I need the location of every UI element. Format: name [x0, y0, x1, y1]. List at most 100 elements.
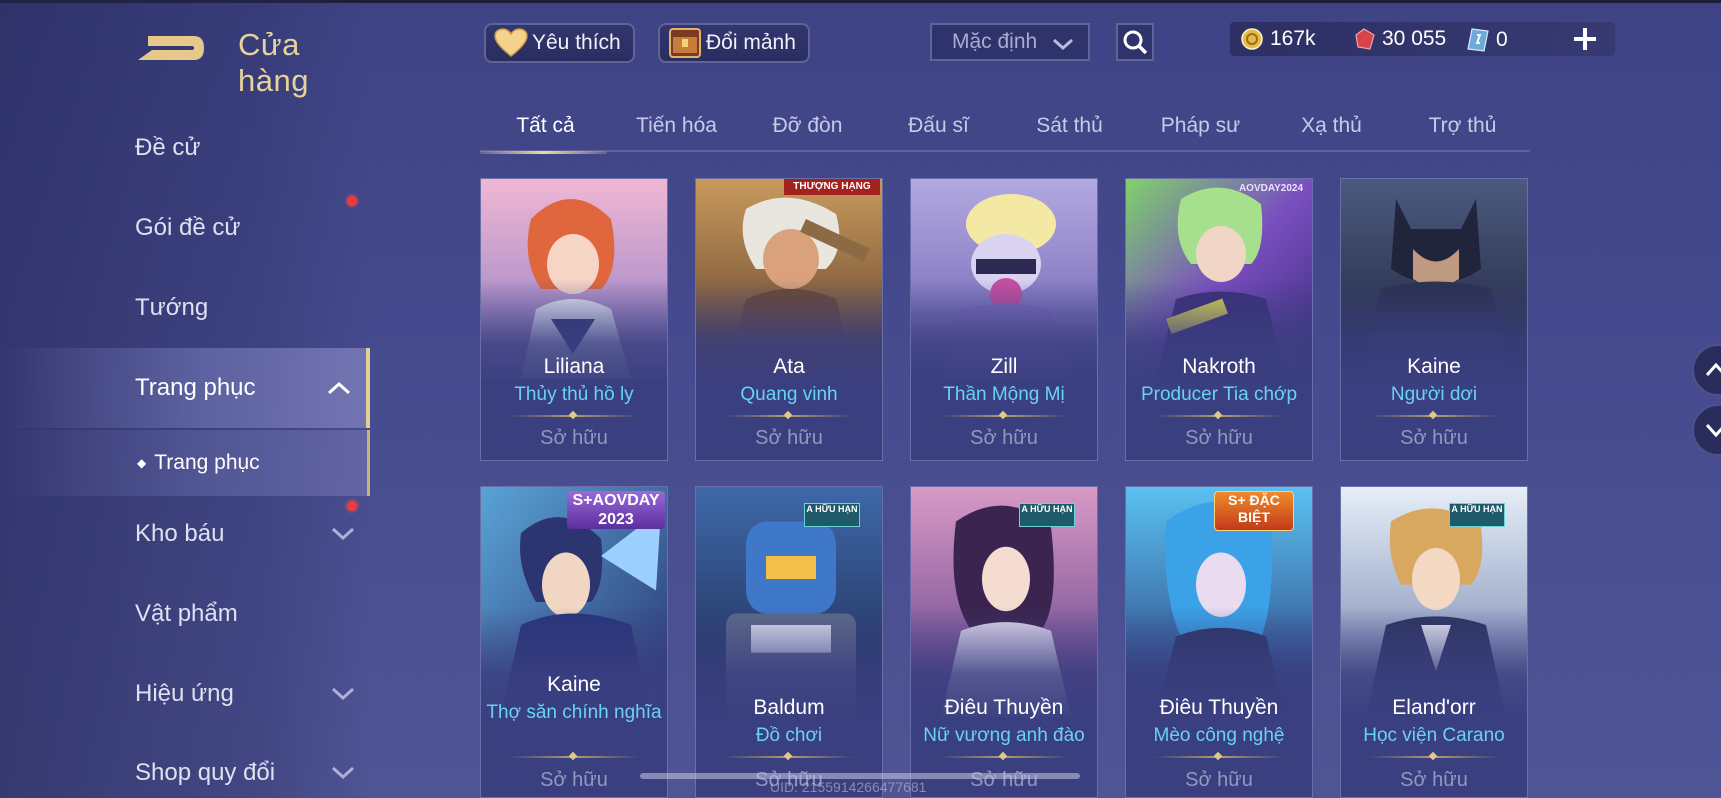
hero-name: Điêu Thuyền [944, 696, 1064, 719]
skin-card[interactable]: Liliana Thủy thủ hồ ly Sở hữu [480, 178, 668, 461]
skin-name: Đồ chơi [755, 725, 823, 746]
hero-name: Kaine [547, 673, 601, 696]
favorites-label: Yêu thích [532, 31, 621, 54]
hero-name: Kaine [1407, 355, 1461, 378]
sidebar-item-featured[interactable]: Đề cử [0, 108, 370, 188]
exchange-fragments-button[interactable]: Đổi mảnh [658, 23, 810, 63]
tier-badge: S+ ĐẶC BIỆT [1214, 491, 1294, 531]
sort-dropdown[interactable]: Mặc định [930, 23, 1090, 61]
sort-value: Mặc định [952, 30, 1038, 53]
sidebar-item-label: Đề cử [135, 134, 201, 161]
hero-name: Baldum [753, 696, 825, 719]
sidebar-item-exchange-shop[interactable]: Shop quy đổi [0, 733, 370, 798]
skin-card[interactable]: THƯỢNG HẠNG Ata Quang vinh Sở hữu [695, 178, 883, 461]
skin-card[interactable]: A HỮU HẠN Điêu Thuyền Nữ vương anh đào S… [910, 486, 1098, 798]
back-button[interactable] [134, 28, 206, 68]
add-currency-button[interactable] [1570, 24, 1600, 54]
exchange-label: Đổi mảnh [706, 31, 796, 54]
tab-all[interactable]: Tất cả [480, 100, 611, 154]
card-divider [724, 415, 854, 417]
sidebar-item-label: Trang phục [135, 374, 256, 401]
tab-mage[interactable]: Pháp sư [1135, 100, 1266, 152]
page-title: Cửa hàng [238, 27, 309, 98]
plus-icon [1574, 28, 1596, 50]
skin-card[interactable]: S+ ĐẶC BIỆT Điêu Thuyền Mèo công nghệ Sở… [1125, 486, 1313, 798]
chevron-down-icon [1053, 38, 1073, 51]
sidebar-item-label: Gói đề cử [135, 214, 241, 241]
sidebar-subitem-label: Trang phục [154, 451, 260, 474]
skin-card[interactable]: Zill Thần Mộng Mị Sở hữu [910, 178, 1098, 461]
skin-name: Người dơi [1390, 384, 1478, 405]
sidebar-item-label: Hiệu ứng [135, 680, 234, 707]
card-divider [1154, 415, 1284, 417]
card-divider [1369, 415, 1499, 417]
card-divider [1154, 756, 1284, 758]
card-divider [1369, 756, 1499, 758]
chevron-down-icon [1705, 423, 1721, 438]
tier-badge: A HỮU HẠN [804, 503, 860, 527]
owned-status: Sở hữu [755, 427, 823, 449]
owned-status: Sở hữu [1185, 769, 1253, 791]
hero-name: Ata [773, 355, 805, 378]
tier-badge: A HỮU HẠN [1019, 503, 1075, 527]
skin-card[interactable]: A HỮU HẠN Eland'orr Học viện Carano Sở h… [1340, 486, 1528, 798]
search-icon [1123, 30, 1148, 55]
sidebar-item-featured-packs[interactable]: Gói đề cử [0, 188, 370, 268]
chevron-up-icon [327, 381, 351, 395]
owned-status: Sở hữu [1400, 427, 1468, 449]
sidebar-item-heroes[interactable]: Tướng [0, 268, 370, 348]
tab-evolution[interactable]: Tiến hóa [611, 100, 742, 152]
voucher-gem-icon [1355, 28, 1375, 50]
sidebar-subitem-skins[interactable]: ◆ Trang phục [0, 430, 370, 496]
owned-status: Sở hữu [540, 769, 608, 791]
tab-tank[interactable]: Đỡ đòn [742, 100, 873, 152]
skin-name: Mèo công nghệ [1153, 725, 1285, 746]
search-button[interactable] [1116, 23, 1154, 61]
card-divider [724, 756, 854, 758]
hero-name: Liliana [543, 355, 605, 378]
tab-marksman[interactable]: Xạ thủ [1266, 100, 1397, 152]
chevron-down-icon [331, 687, 355, 701]
owned-status: Sở hữu [1185, 427, 1253, 449]
notification-dot [347, 501, 357, 511]
skin-name: Thợ săn chính nghĩa [486, 702, 662, 723]
card-divider [509, 756, 639, 758]
gold-value: 167k [1270, 27, 1316, 50]
chevron-down-icon [331, 766, 355, 780]
back-arrow-icon [138, 36, 204, 60]
sidebar-item-skins[interactable]: Trang phục [0, 348, 370, 428]
sidebar-item-items[interactable]: Vật phẩm [0, 574, 370, 654]
scroll-down-button[interactable] [1692, 404, 1721, 456]
favorites-button[interactable]: Yêu thích [484, 23, 635, 63]
tier-badge: THƯỢNG HẠNG [784, 179, 880, 195]
notification-dot [347, 196, 357, 206]
sidebar-item-treasure[interactable]: Kho báu [0, 494, 370, 574]
card-divider [509, 415, 639, 417]
sidebar-item-label: Vật phẩm [135, 600, 238, 627]
owned-status: Sở hữu [1400, 769, 1468, 791]
token-value: 0 [1496, 28, 1508, 51]
event-badge: AOVDAY2024 [1238, 183, 1304, 194]
owned-status: Sở hữu [970, 427, 1038, 449]
tab-fighter[interactable]: Đấu sĩ [873, 100, 1004, 152]
sidebar-item-label: Kho báu [135, 520, 225, 547]
skin-name: Nữ vương anh đào [923, 725, 1085, 746]
gold-coin-icon [1241, 28, 1263, 50]
sidebar-item-effects[interactable]: Hiệu ứng [0, 654, 370, 734]
skin-card[interactable]: S+AOVDAY 2023 Kaine Thợ săn chính nghĩa … [480, 486, 668, 798]
tab-support[interactable]: Trợ thủ [1397, 100, 1528, 152]
skin-name: Producer Tia chớp [1140, 384, 1298, 405]
voucher-balance: 30 055 [1352, 27, 1446, 51]
skin-card[interactable]: AOVDAY2024 Nakroth Producer Tia chớp Sở … [1125, 178, 1313, 461]
sidebar-item-label: Shop quy đổi [135, 759, 276, 786]
skin-card[interactable]: Kaine Người dơi Sở hữu [1340, 178, 1528, 461]
sidebar-item-label: Tướng [135, 294, 209, 321]
tier-badge: A HỮU HẠN [1449, 503, 1505, 527]
skin-card[interactable]: A HỮU HẠN Baldum Đồ chơi Sở hữu [695, 486, 883, 798]
hero-name: Zill [990, 355, 1018, 378]
token-card-icon [1467, 28, 1489, 52]
hero-name: Nakroth [1182, 355, 1256, 378]
tab-assassin[interactable]: Sát thủ [1004, 100, 1135, 152]
scroll-up-button[interactable] [1692, 344, 1721, 396]
gold-balance: 167k [1240, 27, 1316, 51]
